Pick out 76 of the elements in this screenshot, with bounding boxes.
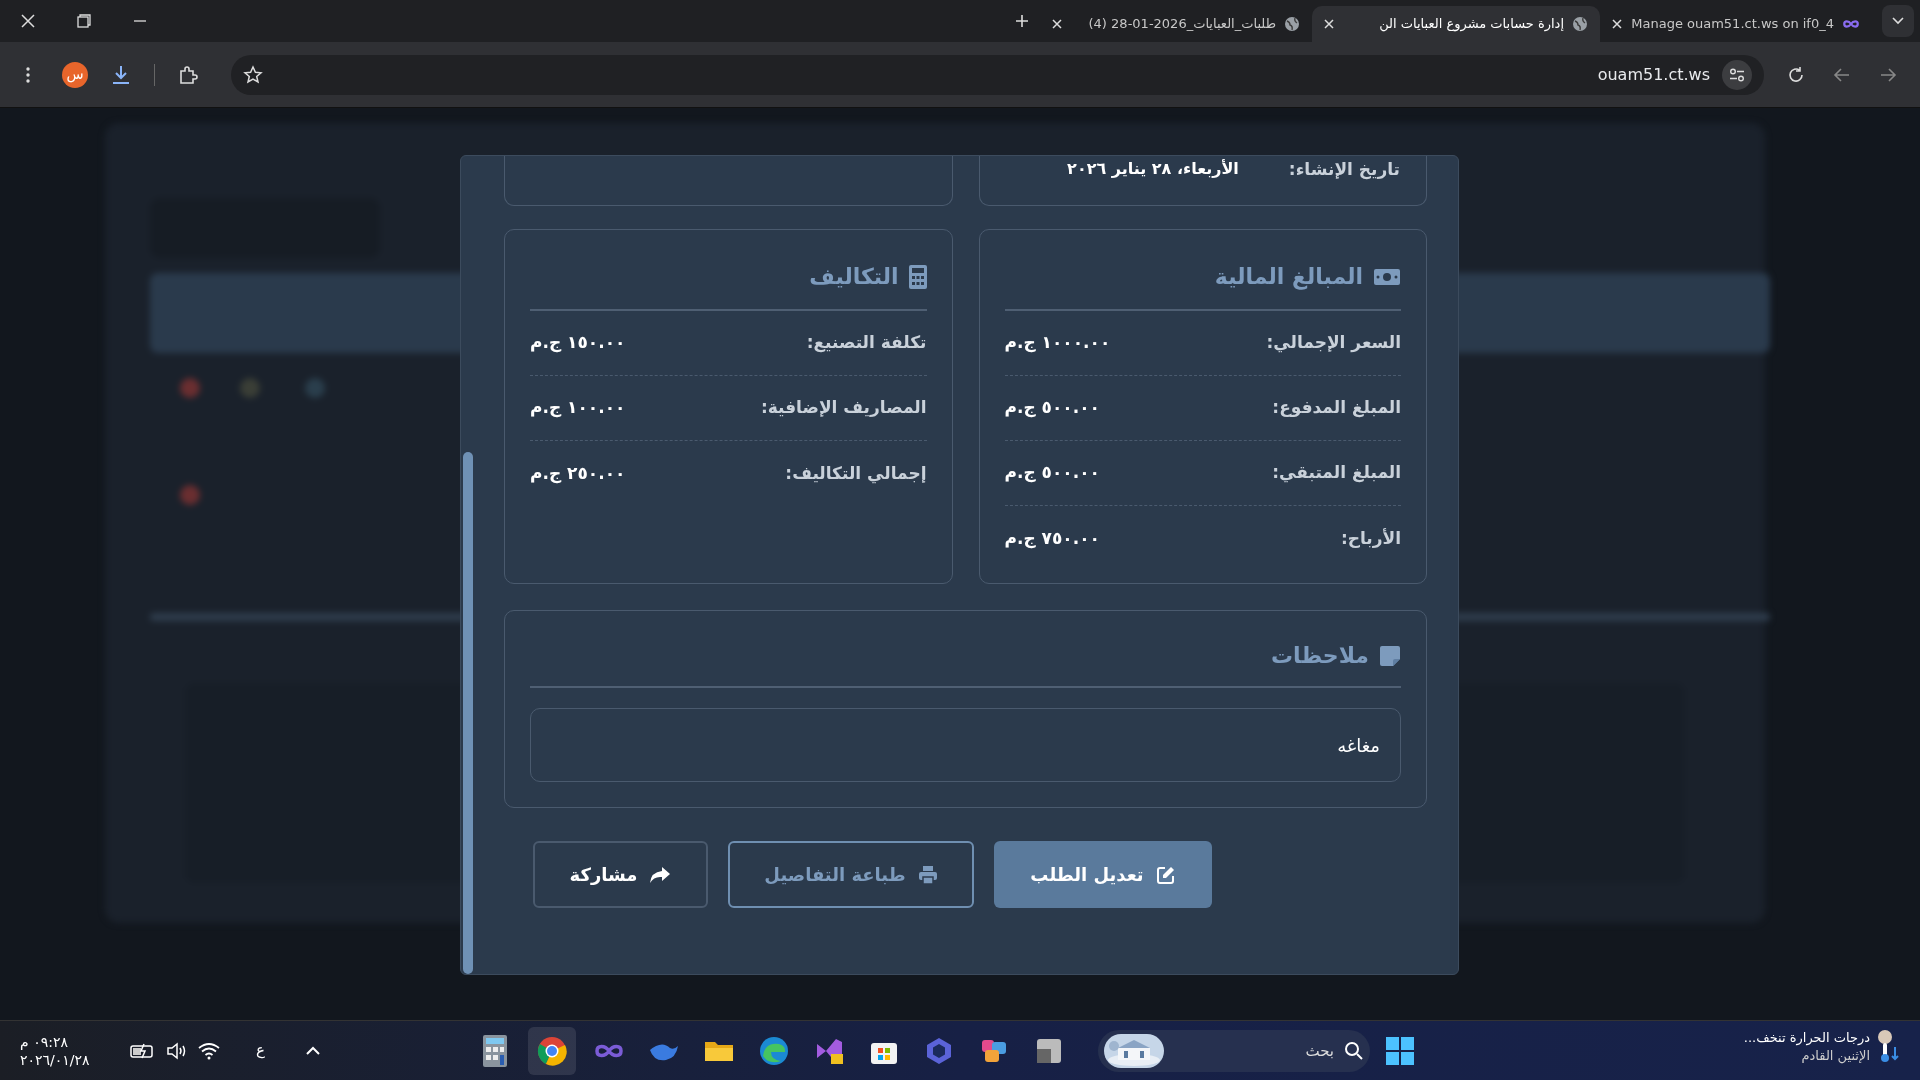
- wifi-icon: [198, 1041, 220, 1060]
- field-value: الأربعاء، ٢٨ يناير ٢٠٢٦: [1067, 158, 1239, 180]
- printer-icon: [917, 864, 938, 885]
- notes-field: مغاغه: [530, 708, 1401, 782]
- windows-start-icon[interactable]: [1386, 1037, 1414, 1065]
- action-button[interactable]: مشاركة: [533, 841, 708, 908]
- taskbar-search-field[interactable]: بحث: [1098, 1030, 1370, 1072]
- field-label: إجمالي التكاليف:: [785, 461, 927, 486]
- field-label: المبلغ المدفوع:: [1272, 396, 1401, 420]
- field-value: ١٠٠٠.٠٠ ج.م: [1004, 331, 1111, 355]
- weather-title: درجات الحرارة تنخف...: [1743, 1029, 1870, 1047]
- field-value: ٧٥٠.٠٠ ج.م: [1004, 526, 1100, 551]
- infinity-icon: [1842, 19, 1860, 29]
- field-label: تكلفة التصنيع:: [806, 331, 927, 355]
- bookmark-star-icon: [243, 64, 263, 85]
- browser-tab[interactable]: إدارة حسابات مشروع العبايات الن: [1312, 6, 1600, 42]
- restore-icon: [77, 14, 91, 28]
- close-icon: [21, 14, 35, 28]
- address-bar[interactable]: ouam51.ct.ws: [231, 54, 1764, 95]
- reload-icon: [1787, 65, 1805, 84]
- tab-close-button[interactable]: [1612, 19, 1622, 29]
- field-value: ١٥٠.٠٠ ج.م: [530, 331, 626, 355]
- search-icon: [1344, 1041, 1364, 1061]
- download-icon: [110, 63, 132, 86]
- speaker-icon: [166, 1041, 188, 1060]
- close-icon: [1612, 19, 1622, 29]
- field-value: ٥٠٠.٠٠ ج.م: [1004, 461, 1100, 485]
- menu-icon: [26, 66, 30, 83]
- field-value: ١٠٠.٠٠ ج.م: [530, 396, 626, 420]
- tab-close-button[interactable]: [1324, 19, 1334, 29]
- clock-date: ٢٠٢٦/٠١/٢٨: [20, 1050, 90, 1069]
- globe-icon: [1284, 16, 1300, 32]
- field-label: المصاريف الإضافية:: [760, 396, 927, 420]
- arrow-left-icon: [1833, 65, 1851, 84]
- field-label: المبلغ المتبقي:: [1272, 461, 1401, 485]
- chevron-up-icon[interactable]: [304, 1045, 321, 1056]
- puzzle-icon: [178, 64, 198, 85]
- language-indicator[interactable]: ع: [256, 1039, 265, 1062]
- action-button[interactable]: تعديل الطلب: [994, 841, 1212, 908]
- field-label: الأرباح:: [1340, 526, 1401, 550]
- tab-title: Manage ouam51.ct.ws on if0_4: [1630, 15, 1834, 34]
- battery-icon: [130, 1042, 156, 1059]
- field-value: ٢٥٠.٠٠ ج.م: [530, 461, 626, 486]
- arrow-right-icon: [1879, 65, 1897, 84]
- section-title: التكاليف: [809, 263, 899, 291]
- tab-title: طلبات_العبايات_2026-01-28 (4): [1087, 15, 1276, 34]
- chrome-app-icon[interactable]: [528, 1026, 576, 1075]
- calculator-icon: [908, 264, 927, 289]
- sticky-note-icon: [1379, 644, 1401, 667]
- chevron-down-icon: [1892, 17, 1904, 25]
- share-arrow-icon: [649, 865, 672, 884]
- edit-icon: [1155, 864, 1176, 885]
- weather-subtitle: الإثنين القادم: [1800, 1047, 1870, 1065]
- browser-tab[interactable]: Manage ouam51.ct.ws on if0_4: [1600, 6, 1872, 42]
- tab-title: إدارة حسابات مشروع العبايات الن: [1378, 15, 1564, 34]
- tab-list-button[interactable]: [1882, 5, 1914, 37]
- action-button[interactable]: طباعة التفاصيل: [728, 841, 974, 908]
- banknote-icon: [1373, 266, 1401, 287]
- scrollbar-thumb[interactable]: [463, 452, 473, 974]
- globe-icon: [1572, 16, 1588, 32]
- browser-tab[interactable]: طلبات_العبايات_2026-01-28 (4): [1040, 6, 1312, 42]
- section-title: ملاحظات: [1271, 642, 1369, 670]
- tab-close-button[interactable]: [1052, 19, 1062, 29]
- search-placeholder: بحث: [1304, 1040, 1334, 1062]
- tune-icon: [1729, 67, 1745, 82]
- section-title: المبالغ المالية: [1214, 263, 1363, 292]
- field-value: ٥٠٠.٠٠ ج.م: [1004, 396, 1100, 420]
- url-text: ouam51.ct.ws: [1597, 63, 1710, 86]
- site-settings-button[interactable]: [1722, 59, 1752, 90]
- close-icon: [1052, 19, 1062, 29]
- thermometer-icon[interactable]: [1876, 1029, 1902, 1065]
- clock-time: ٠٩:٢٨ م: [20, 1032, 68, 1051]
- field-label: تاريخ الإنشاء:: [1288, 158, 1400, 180]
- close-icon: [1324, 19, 1334, 29]
- field-label: السعر الإجمالي:: [1266, 331, 1401, 355]
- plus-icon: [1015, 14, 1029, 28]
